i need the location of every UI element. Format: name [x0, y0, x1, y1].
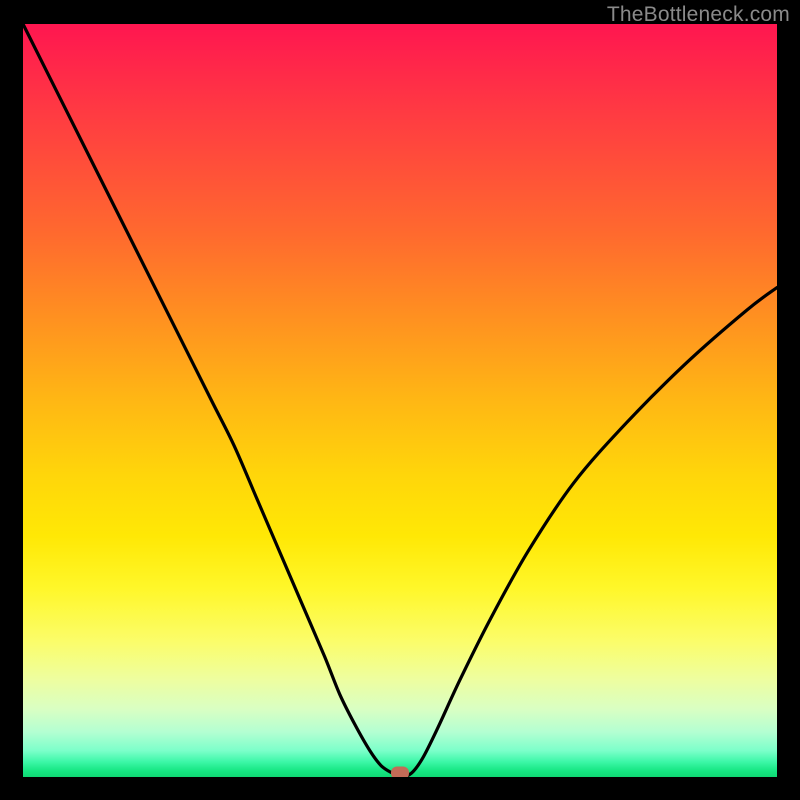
watermark-text: TheBottleneck.com — [607, 3, 790, 27]
bottleneck-curve — [23, 24, 777, 777]
optimal-point-marker — [391, 767, 409, 778]
plot-area — [23, 24, 777, 777]
chart-frame: TheBottleneck.com — [0, 0, 800, 800]
